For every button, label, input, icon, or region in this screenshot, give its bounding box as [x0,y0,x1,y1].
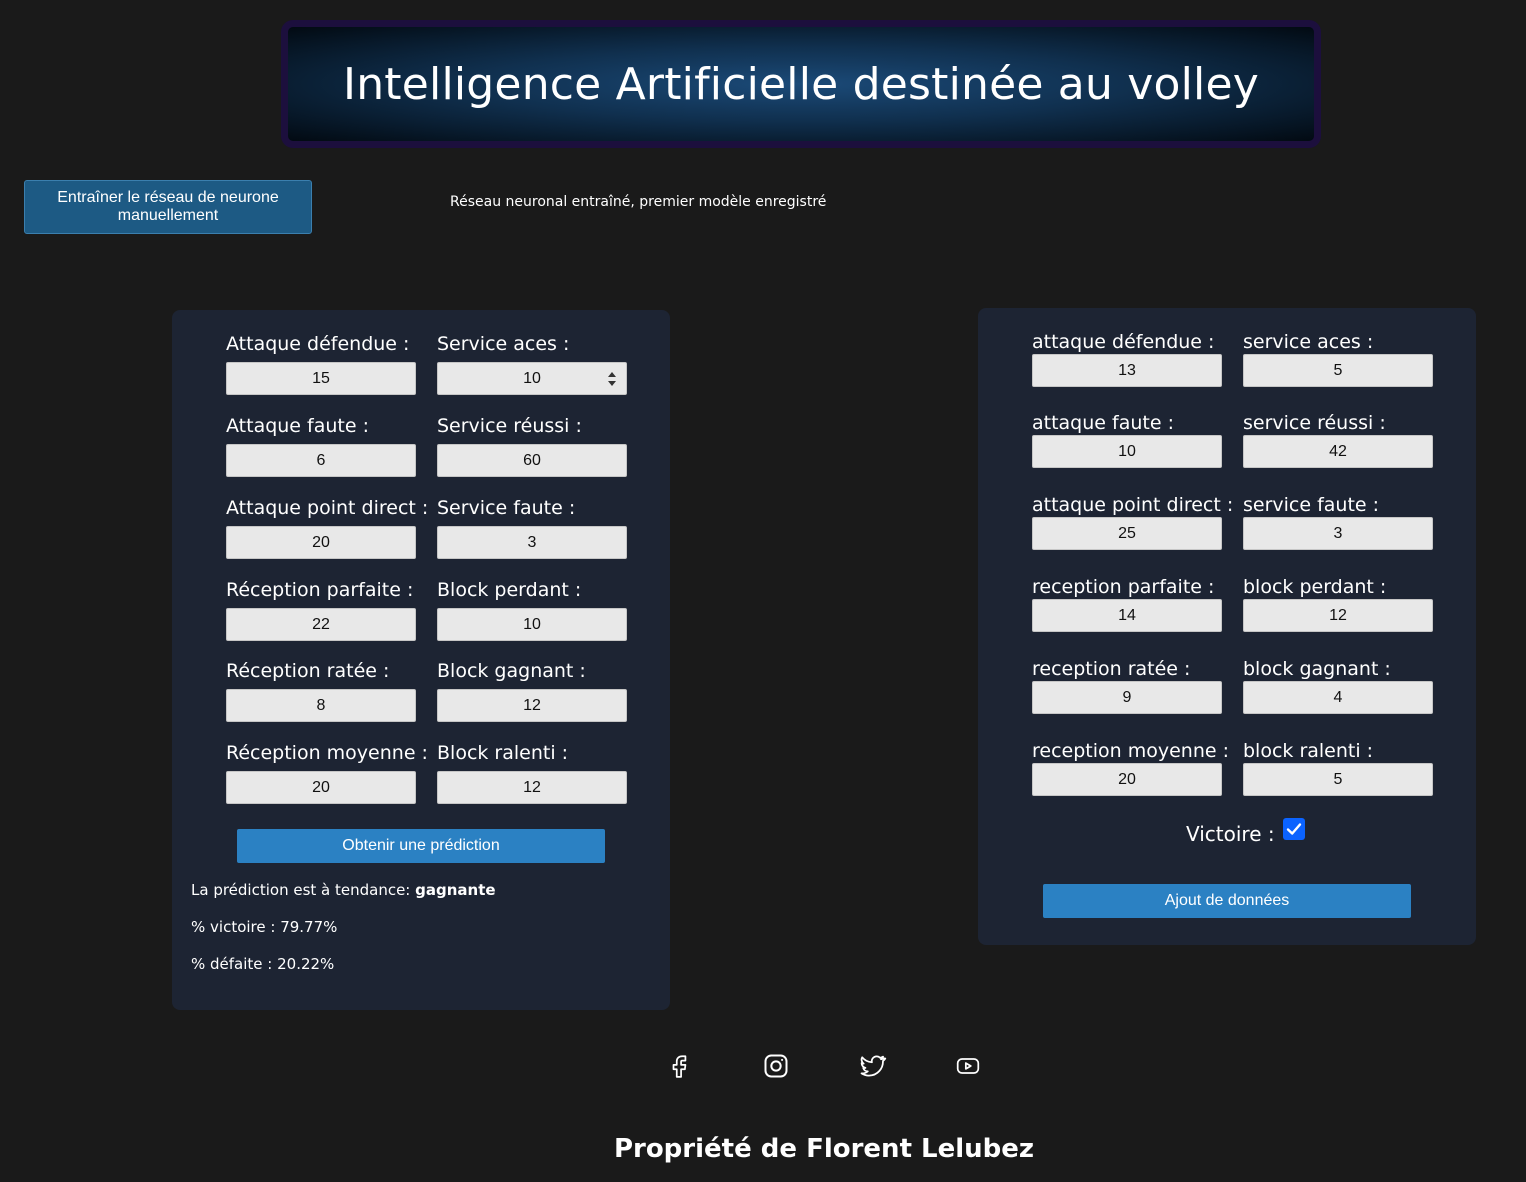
instagram-icon[interactable] [760,1050,792,1082]
field-attaque-point-direct: Attaque point direct : 20 [226,496,429,559]
attaque-defendue-input[interactable]: 15 [226,362,416,395]
block-ralenti-input[interactable]: 12 [437,771,627,804]
prediction-result-prefix: La prédiction est à tendance: [191,881,416,899]
facebook-icon[interactable] [664,1050,696,1082]
page-title: Intelligence Artificielle destinée au vo… [343,58,1259,110]
train-network-button[interactable]: Entraîner le réseau de neurone manuellem… [24,180,312,234]
field-service-aces: service aces : 5 [1243,330,1433,387]
field-reception-moyenne: Réception moyenne : 20 [226,741,428,804]
service-reussi-input[interactable]: 42 [1243,435,1433,468]
field-label: service réussi : [1243,412,1386,434]
field-label: Service faute : [437,497,576,519]
field-service-faute: Service faute : 3 [437,496,627,559]
prediction-form: Attaque défendue : 15 Service aces : 10 … [172,310,670,1010]
field-label: block ralenti : [1243,740,1374,762]
data-entry-form: attaque défendue : 13 service aces : 5 a… [978,308,1476,945]
field-label: Service aces : [437,333,570,355]
field-service-faute: service faute : 3 [1243,493,1433,550]
win-percentage: % victoire : 79.77% [191,918,338,936]
field-service-aces: Service aces : 10 [437,332,627,395]
field-attaque-defendue: attaque défendue : 13 [1032,330,1222,387]
reception-moyenne-input[interactable]: 20 [226,771,416,804]
reception-ratee-input[interactable]: 8 [226,689,416,722]
field-label: Block gagnant : [437,660,586,682]
field-label: Réception ratée : [226,660,390,682]
field-label: Service réussi : [437,415,582,437]
field-block-perdant: Block perdant : 10 [437,578,627,641]
field-label: Attaque point direct : [226,497,429,519]
block-perdant-input[interactable]: 12 [1243,599,1433,632]
attaque-point-direct-input[interactable]: 25 [1032,517,1222,550]
block-perdant-input[interactable]: 10 [437,608,627,641]
field-label: Réception parfaite : [226,579,414,601]
service-faute-input[interactable]: 3 [437,526,627,559]
field-block-gagnant: block gagnant : 4 [1243,657,1433,714]
field-label: block gagnant : [1243,658,1391,680]
youtube-icon[interactable] [952,1050,984,1082]
field-attaque-faute: attaque faute : 10 [1032,411,1222,468]
field-service-reussi: service réussi : 42 [1243,411,1433,468]
field-block-gagnant: Block gagnant : 12 [437,659,627,722]
field-label: service aces : [1243,331,1374,353]
page-header: Intelligence Artificielle destinée au vo… [281,20,1321,148]
add-data-button[interactable]: Ajout de données [1043,884,1411,918]
field-service-reussi: Service réussi : 60 [437,414,627,477]
reception-parfaite-input[interactable]: 14 [1032,599,1222,632]
victoire-checkbox[interactable] [1282,818,1305,840]
service-aces-input[interactable]: 5 [1243,354,1433,387]
training-status-text: Réseau neuronal entraîné, premier modèle… [450,194,827,210]
field-label: attaque défendue : [1032,331,1215,353]
field-reception-moyenne: reception moyenne : 20 [1032,739,1229,796]
spinner-arrows-icon[interactable] [608,372,616,386]
victoire-field: Victoire : [1186,818,1305,846]
field-label: reception ratée : [1032,658,1191,680]
block-ralenti-input[interactable]: 5 [1243,763,1433,796]
field-label: Block perdant : [437,579,582,601]
service-aces-input[interactable]: 10 [437,362,627,395]
field-label: Attaque défendue : [226,333,410,355]
field-block-perdant: block perdant : 12 [1243,575,1433,632]
service-faute-input[interactable]: 3 [1243,517,1433,550]
social-links [0,1050,1526,1084]
field-reception-ratee: Réception ratée : 8 [226,659,416,722]
footer-copyright: Propriété de Florent Lelubez [613,1134,1035,1164]
field-block-ralenti: block ralenti : 5 [1243,739,1433,796]
field-label: attaque point direct : [1032,494,1234,516]
reception-moyenne-input[interactable]: 20 [1032,763,1222,796]
field-attaque-point-direct: attaque point direct : 25 [1032,493,1234,550]
twitter-icon[interactable] [856,1050,888,1082]
block-gagnant-input[interactable]: 12 [437,689,627,722]
victoire-label: Victoire : [1186,822,1275,846]
field-reception-ratee: reception ratée : 9 [1032,657,1222,714]
loss-percentage: % défaite : 20.22% [191,955,335,973]
checkmark-icon [1286,823,1301,835]
prediction-result: La prédiction est à tendance: gagnante [191,881,496,899]
field-label: block perdant : [1243,576,1387,598]
reception-ratee-input[interactable]: 9 [1032,681,1222,714]
input-value: 10 [523,369,541,387]
field-block-ralenti: Block ralenti : 12 [437,741,627,804]
attaque-faute-input[interactable]: 10 [1032,435,1222,468]
field-reception-parfaite: reception parfaite : 14 [1032,575,1222,632]
field-label: Attaque faute : [226,415,369,437]
get-prediction-button[interactable]: Obtenir une prédiction [237,829,605,863]
block-gagnant-input[interactable]: 4 [1243,681,1433,714]
field-label: attaque faute : [1032,412,1174,434]
field-label: Block ralenti : [437,742,569,764]
field-attaque-faute: Attaque faute : 6 [226,414,416,477]
field-attaque-defendue: Attaque défendue : 15 [226,332,416,395]
field-reception-parfaite: Réception parfaite : 22 [226,578,416,641]
field-label: reception parfaite : [1032,576,1215,598]
field-label: Réception moyenne : [226,742,428,764]
prediction-result-value: gagnante [415,881,496,899]
attaque-faute-input[interactable]: 6 [226,444,416,477]
service-reussi-input[interactable]: 60 [437,444,627,477]
reception-parfaite-input[interactable]: 22 [226,608,416,641]
field-label: service faute : [1243,494,1380,516]
attaque-point-direct-input[interactable]: 20 [226,526,416,559]
field-label: reception moyenne : [1032,740,1229,762]
attaque-defendue-input[interactable]: 13 [1032,354,1222,387]
